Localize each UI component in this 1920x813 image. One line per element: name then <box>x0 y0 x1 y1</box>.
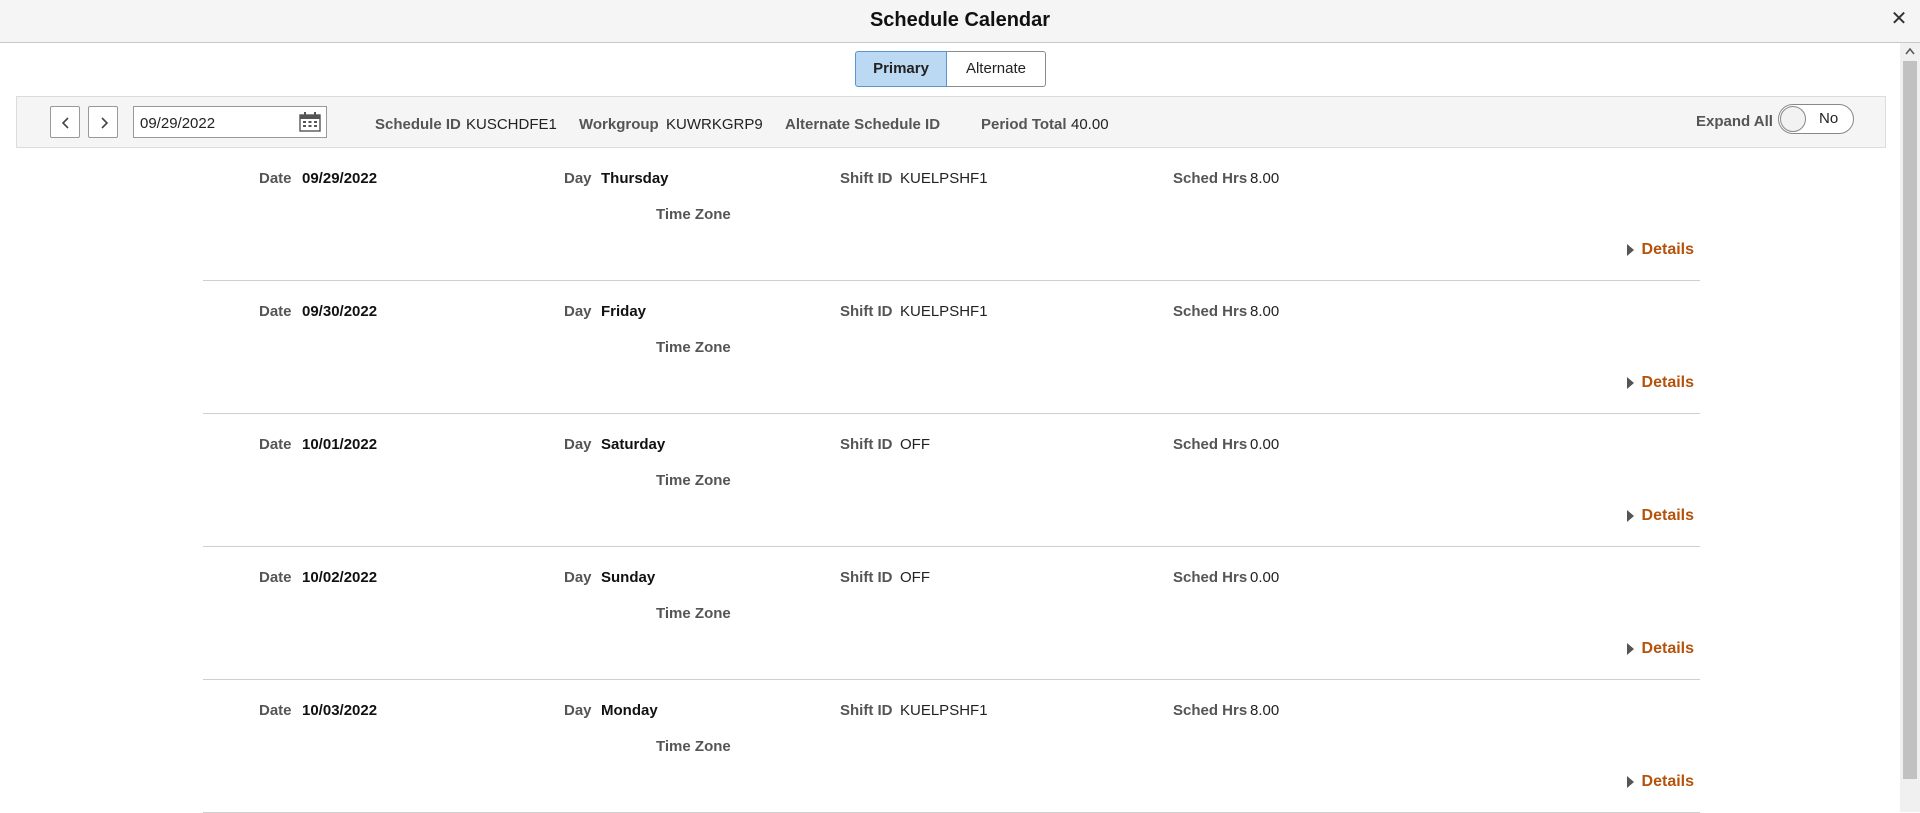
sched-hrs-label: Sched Hrs <box>1173 170 1248 187</box>
sched-hrs-label: Sched Hrs <box>1173 303 1248 320</box>
caret-right-icon <box>1626 244 1634 256</box>
shift-id-label: Shift ID <box>840 170 893 187</box>
row-day: Sunday <box>601 569 656 586</box>
shift-id-label: Shift ID <box>840 702 893 719</box>
date-label: Date <box>259 170 292 187</box>
schedule-row: Date 10/03/2022 Day Monday Shift ID KUELPSHF1… <box>203 680 1700 813</box>
close-icon[interactable]: ✕ <box>1888 8 1910 30</box>
details-label: Details <box>1641 241 1694 258</box>
workgroup-value: KUWRKGRP9 <box>666 116 763 133</box>
row-sched-hrs: 0.00 <box>1250 569 1280 586</box>
details-label: Details <box>1641 640 1694 657</box>
details-link[interactable]: Details <box>1626 507 1694 525</box>
toggle-knob <box>1780 106 1806 132</box>
date-label: Date <box>259 303 292 320</box>
schedule-row: Date 10/02/2022 Day Sunday Shift ID OFF Sched … <box>203 547 1700 680</box>
sched-hrs-label: Sched Hrs <box>1173 436 1248 453</box>
scrollbar-thumb[interactable] <box>1903 61 1917 779</box>
caret-right-icon <box>1626 776 1634 788</box>
next-button[interactable] <box>88 106 118 138</box>
shift-id-label: Shift ID <box>840 436 893 453</box>
row-day: Friday <box>601 303 647 320</box>
scroll-up-icon[interactable] <box>1905 47 1915 55</box>
row-date: 10/02/2022 <box>302 569 378 586</box>
tab-alternate[interactable]: Alternate <box>947 51 1046 87</box>
time-zone-label: Time Zone <box>656 206 731 223</box>
previous-button[interactable] <box>50 106 80 138</box>
schedule-header: Schedule ID KUSCHDFE1 Workgroup KUWRKGRP… <box>16 96 1886 148</box>
date-label: Date <box>259 436 292 453</box>
schedule-id-value: KUSCHDFE1 <box>466 116 557 133</box>
caret-right-icon <box>1626 510 1634 522</box>
details-link[interactable]: Details <box>1626 241 1694 259</box>
day-label: Day <box>564 702 592 719</box>
shift-id-label: Shift ID <box>840 569 893 586</box>
row-date: 09/30/2022 <box>302 303 378 320</box>
row-sched-hrs: 8.00 <box>1250 702 1280 719</box>
chevron-left-icon <box>61 117 69 129</box>
row-date: 10/03/2022 <box>302 702 378 719</box>
schedule-type-toggle: Primary Alternate <box>855 51 1046 87</box>
alternate-schedule-id-label: Alternate Schedule ID <box>785 116 941 133</box>
caret-right-icon <box>1626 377 1634 389</box>
row-shift-id: KUELPSHF1 <box>900 702 988 719</box>
row-shift-id: KUELPSHF1 <box>900 170 988 187</box>
expand-all-toggle[interactable]: No <box>1778 104 1854 134</box>
vertical-scrollbar[interactable] <box>1900 43 1920 812</box>
row-date: 09/29/2022 <box>302 170 378 187</box>
details-label: Details <box>1641 773 1694 790</box>
row-sched-hrs: 0.00 <box>1250 436 1280 453</box>
day-label: Day <box>564 303 592 320</box>
row-day: Monday <box>601 702 658 719</box>
day-label: Day <box>564 436 592 453</box>
details-label: Details <box>1641 507 1694 524</box>
time-zone-label: Time Zone <box>656 339 731 356</box>
expand-all-value: No <box>1819 110 1839 127</box>
calendar-icon[interactable] <box>299 112 321 132</box>
details-label: Details <box>1641 374 1694 391</box>
row-sched-hrs: 8.00 <box>1250 303 1280 320</box>
date-label: Date <box>259 702 292 719</box>
row-sched-hrs: 8.00 <box>1250 170 1280 187</box>
chevron-right-icon <box>101 117 109 129</box>
shift-id-label: Shift ID <box>840 303 893 320</box>
schedule-row: Date 10/01/2022 Day Saturday Shift ID OFF Sche… <box>203 414 1700 547</box>
date-field <box>133 106 327 138</box>
caret-right-icon <box>1626 643 1634 655</box>
day-label: Day <box>564 569 592 586</box>
row-date: 10/01/2022 <box>302 436 378 453</box>
schedule-row: Date 09/29/2022 Day Thursday Shift ID KUELPSH… <box>203 148 1700 281</box>
tab-primary[interactable]: Primary <box>855 51 947 87</box>
title-bar: Schedule Calendar ✕ <box>0 0 1920 43</box>
window-title: Schedule Calendar <box>869 9 1051 31</box>
schedule-id-label: Schedule ID <box>375 116 461 133</box>
row-day: Saturday <box>601 436 666 453</box>
period-total-label: Period Total <box>981 116 1067 133</box>
row-day: Thursday <box>601 170 669 187</box>
details-link[interactable]: Details <box>1626 640 1694 658</box>
workgroup-label: Workgroup <box>579 116 659 133</box>
details-link[interactable]: Details <box>1626 374 1694 392</box>
sched-hrs-label: Sched Hrs <box>1173 569 1248 586</box>
date-label: Date <box>259 569 292 586</box>
time-zone-label: Time Zone <box>656 738 731 755</box>
row-shift-id: OFF <box>900 569 930 586</box>
row-shift-id: KUELPSHF1 <box>900 303 988 320</box>
date-input[interactable] <box>138 111 292 135</box>
time-zone-label: Time Zone <box>656 605 731 622</box>
period-total-value: 40.00 <box>1071 116 1109 133</box>
sched-hrs-label: Sched Hrs <box>1173 702 1248 719</box>
details-link[interactable]: Details <box>1626 773 1694 791</box>
day-label: Day <box>564 170 592 187</box>
time-zone-label: Time Zone <box>656 472 731 489</box>
schedule-row: Date 09/30/2022 Day Friday Shift ID KUELPSHF1… <box>203 281 1700 414</box>
expand-all-label: Expand All <box>1696 113 1773 130</box>
row-shift-id: OFF <box>900 436 930 453</box>
